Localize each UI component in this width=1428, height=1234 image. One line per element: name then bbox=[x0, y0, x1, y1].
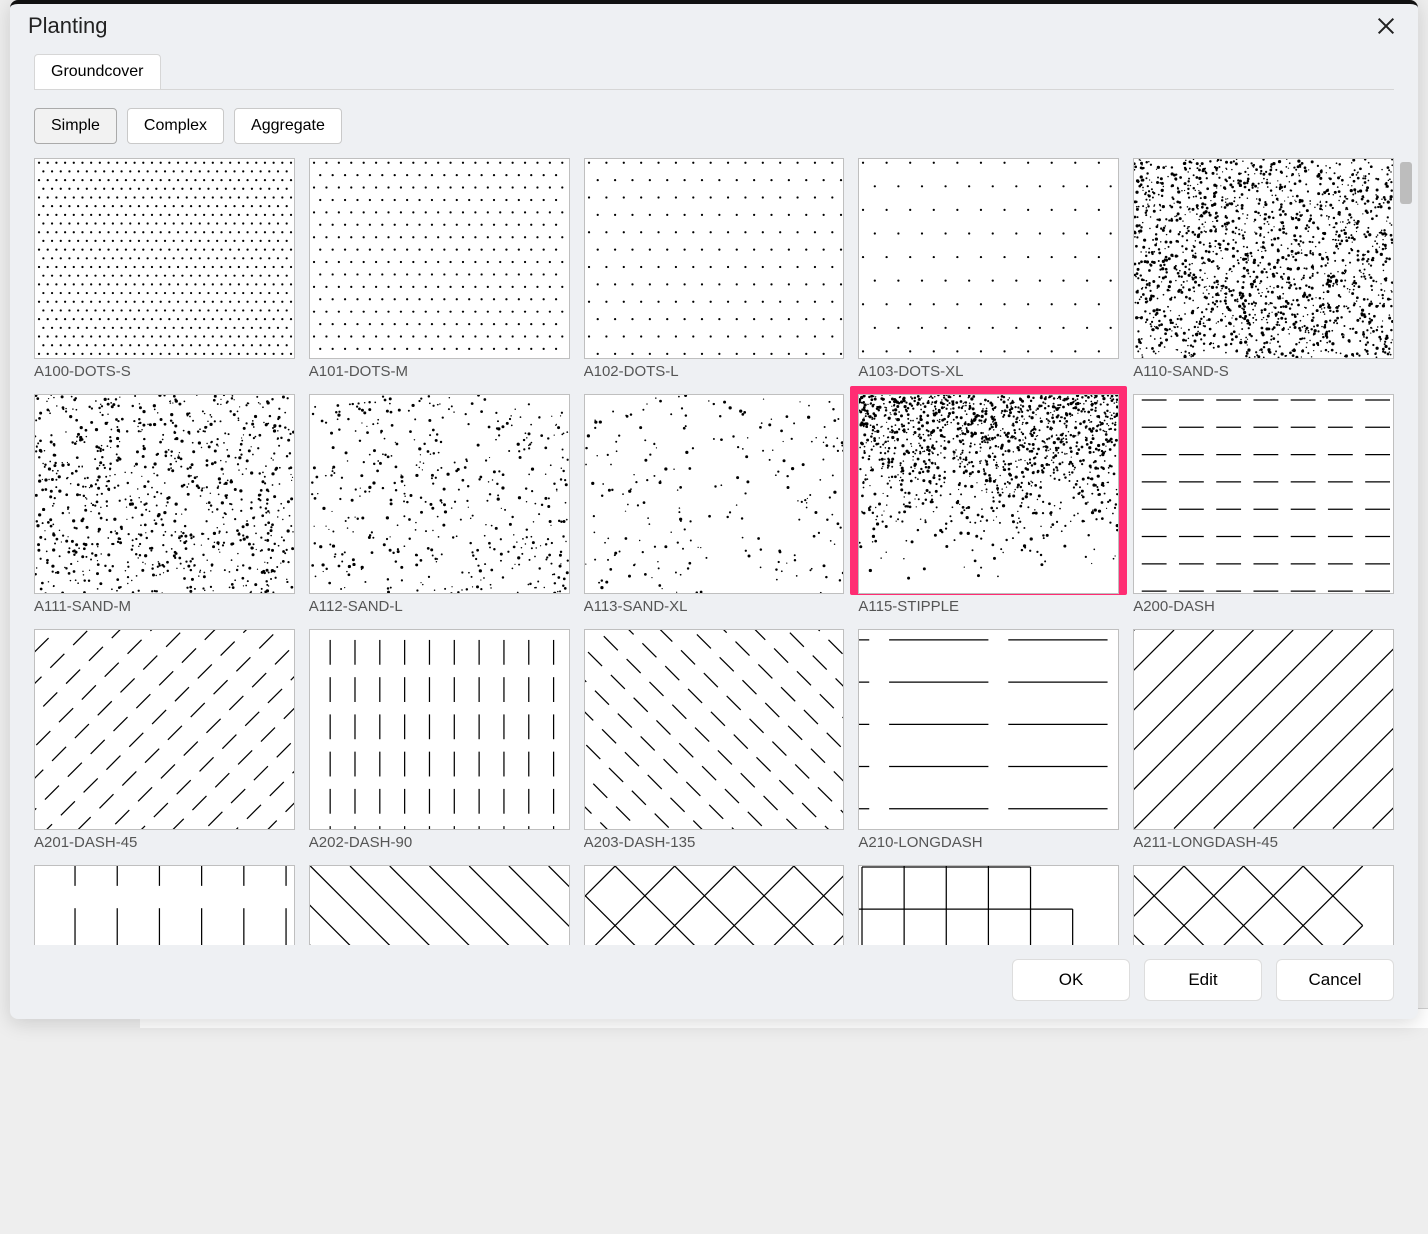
pattern-label: A112-SAND-L bbox=[309, 598, 570, 615]
pattern-swatch[interactable] bbox=[309, 629, 570, 830]
pattern-cell[interactable]: A103-DOTS-XL bbox=[858, 158, 1119, 380]
pattern-cell[interactable]: A201-DASH-45 bbox=[34, 629, 295, 851]
pattern-cell[interactable]: A100-DOTS-S bbox=[34, 158, 295, 380]
planting-dialog: Planting Groundcover Simple Complex Aggr… bbox=[10, 0, 1418, 1019]
ok-button[interactable]: OK bbox=[1012, 959, 1130, 1001]
pattern-label: A110-SAND-S bbox=[1133, 363, 1394, 380]
pattern-cell[interactable]: A111-SAND-M bbox=[34, 394, 295, 616]
pattern-label: A111-SAND-M bbox=[34, 598, 295, 615]
pattern-cell[interactable]: A210-LONGDASH bbox=[858, 629, 1119, 851]
pattern-label: A210-LONGDASH bbox=[858, 834, 1119, 851]
pattern-swatch[interactable] bbox=[584, 394, 845, 595]
pattern-swatch[interactable] bbox=[858, 158, 1119, 359]
scrollbar-thumb[interactable] bbox=[1400, 162, 1412, 204]
pattern-label: A100-DOTS-S bbox=[34, 363, 295, 380]
titlebar: Planting bbox=[10, 4, 1418, 54]
pattern-cell[interactable]: A202-DASH-90 bbox=[309, 629, 570, 851]
pattern-swatch[interactable] bbox=[858, 394, 1119, 595]
pattern-swatch[interactable] bbox=[584, 865, 845, 945]
pattern-label: A203-DASH-135 bbox=[584, 834, 845, 851]
pattern-swatch[interactable] bbox=[1133, 629, 1394, 830]
pattern-cell[interactable]: A101-DOTS-M bbox=[309, 158, 570, 380]
subtabs: Simple Complex Aggregate bbox=[10, 108, 1418, 158]
subtab-aggregate[interactable]: Aggregate bbox=[234, 108, 342, 144]
pattern-swatch[interactable] bbox=[34, 158, 295, 359]
pattern-swatch[interactable] bbox=[309, 394, 570, 595]
pattern-label: A113-SAND-XL bbox=[584, 598, 845, 615]
tab-separator bbox=[34, 89, 1394, 90]
dialog-title: Planting bbox=[28, 13, 108, 39]
pattern-swatch[interactable] bbox=[858, 629, 1119, 830]
tab-groundcover[interactable]: Groundcover bbox=[34, 54, 161, 89]
pattern-swatch[interactable] bbox=[584, 629, 845, 830]
pattern-swatch[interactable] bbox=[584, 158, 845, 359]
pattern-cell[interactable]: A212-LONGDASH-90 bbox=[34, 865, 295, 945]
close-icon[interactable] bbox=[1372, 12, 1400, 40]
subtab-simple[interactable]: Simple bbox=[34, 108, 117, 144]
pattern-label: A200-DASH bbox=[1133, 598, 1394, 615]
pattern-grid: A100-DOTS-S A101-DOTS-M A102-DOTS-L A103-DO… bbox=[34, 158, 1394, 945]
pattern-cell[interactable]: A211-LONGDASH-45 bbox=[1133, 629, 1394, 851]
pattern-cell[interactable]: A200-DASH bbox=[1133, 394, 1394, 616]
edit-button[interactable]: Edit bbox=[1144, 959, 1262, 1001]
pattern-swatch[interactable] bbox=[34, 865, 295, 945]
pattern-swatch[interactable] bbox=[858, 865, 1119, 945]
pattern-cell[interactable]: A110-SAND-S bbox=[1133, 158, 1394, 380]
pattern-cell[interactable]: A220-HBDASH bbox=[584, 865, 845, 945]
pattern-grid-wrap: A100-DOTS-S A101-DOTS-M A102-DOTS-L A103-DO… bbox=[10, 158, 1418, 945]
pattern-swatch[interactable] bbox=[1133, 865, 1394, 945]
pattern-swatch[interactable] bbox=[309, 865, 570, 945]
pattern-cell[interactable]: A221-HBDASH-45 bbox=[858, 865, 1119, 945]
pattern-label: A101-DOTS-M bbox=[309, 363, 570, 380]
pattern-cell[interactable]: A203-DASH-135 bbox=[584, 629, 845, 851]
cancel-button[interactable]: Cancel bbox=[1276, 959, 1394, 1001]
dialog-footer: OK Edit Cancel bbox=[10, 945, 1418, 1019]
scrollbar[interactable] bbox=[1400, 162, 1412, 882]
pattern-label: A201-DASH-45 bbox=[34, 834, 295, 851]
pattern-swatch[interactable] bbox=[1133, 394, 1394, 595]
pattern-cell[interactable]: A112-SAND-L bbox=[309, 394, 570, 616]
pattern-label: A115-STIPPLE bbox=[858, 598, 1119, 615]
pattern-cell[interactable]: A213-LONGDASH-135 bbox=[309, 865, 570, 945]
pattern-swatch[interactable] bbox=[34, 394, 295, 595]
pattern-swatch[interactable] bbox=[1133, 158, 1394, 359]
pattern-swatch[interactable] bbox=[34, 629, 295, 830]
tabs-row: Groundcover bbox=[10, 54, 1418, 89]
subtab-complex[interactable]: Complex bbox=[127, 108, 224, 144]
pattern-label: A211-LONGDASH-45 bbox=[1133, 834, 1394, 851]
pattern-cell[interactable]: A102-DOTS-L bbox=[584, 158, 845, 380]
pattern-label: A202-DASH-90 bbox=[309, 834, 570, 851]
pattern-label: A102-DOTS-L bbox=[584, 363, 845, 380]
pattern-cell[interactable]: A222-HBDASH-90 bbox=[1133, 865, 1394, 945]
pattern-cell[interactable]: A113-SAND-XL bbox=[584, 394, 845, 616]
pattern-swatch[interactable] bbox=[309, 158, 570, 359]
pattern-label: A103-DOTS-XL bbox=[858, 363, 1119, 380]
pattern-cell[interactable]: A115-STIPPLE bbox=[858, 394, 1119, 616]
